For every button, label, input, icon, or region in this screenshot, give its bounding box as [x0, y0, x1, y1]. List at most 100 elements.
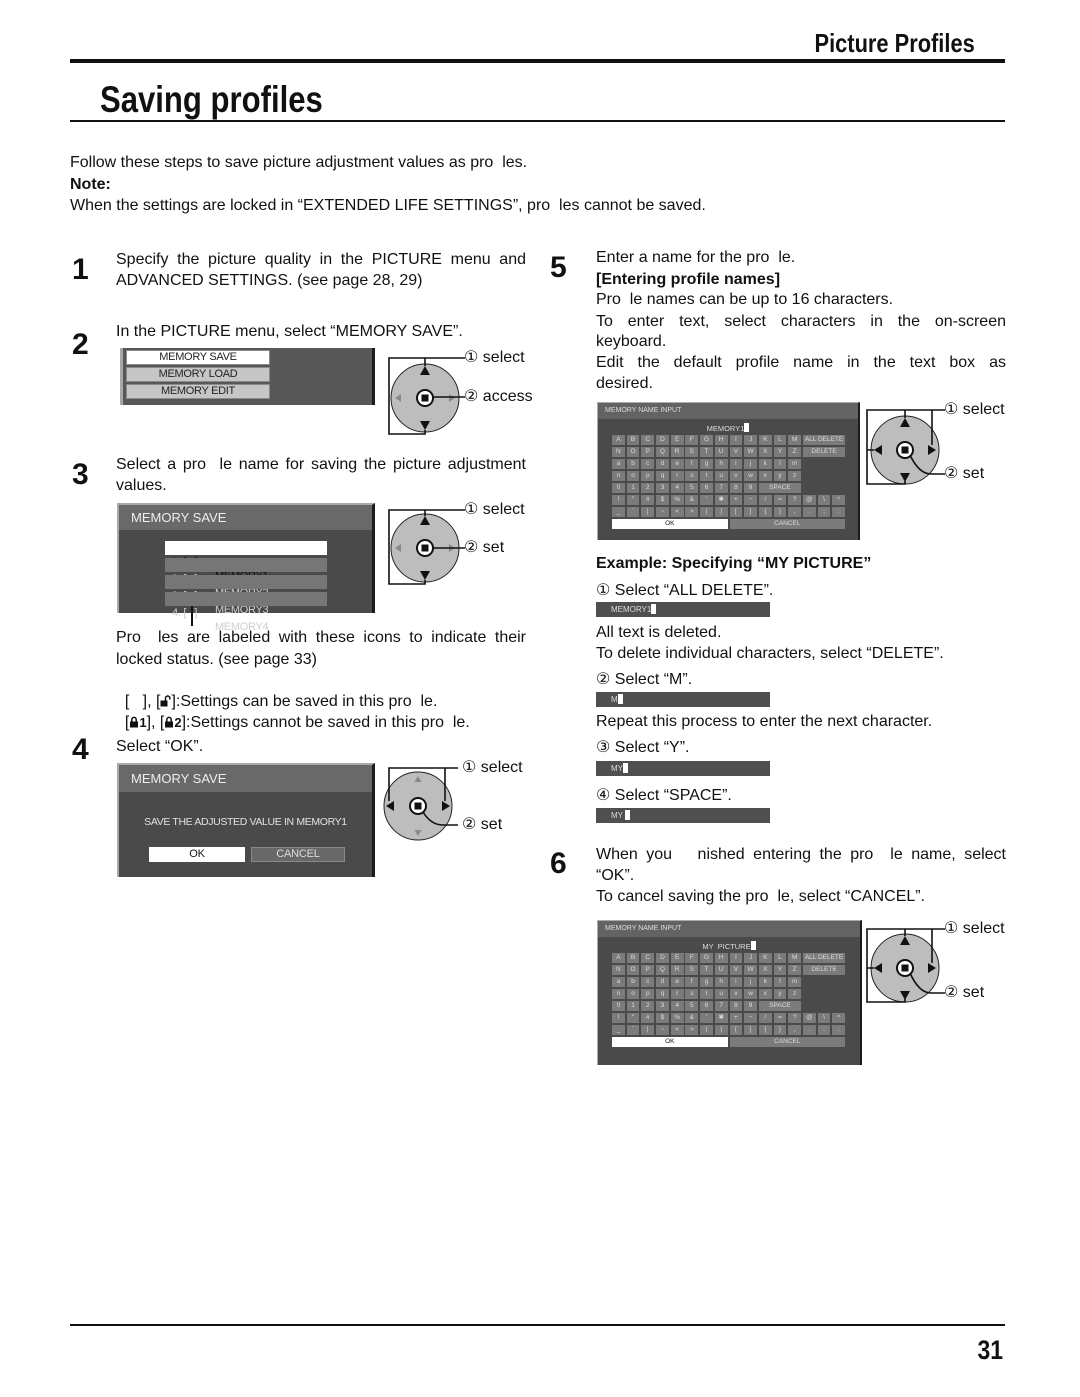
keyboard-key[interactable]: p: [641, 989, 655, 999]
keyboard-key[interactable]: ): [714, 1025, 728, 1035]
keyboard-key[interactable]: %: [670, 1013, 684, 1023]
keyboard-key[interactable]: :: [832, 1025, 846, 1035]
keyboard-key[interactable]: ): [714, 507, 728, 517]
keyboard-key[interactable]: p: [641, 471, 655, 481]
keyboard-key[interactable]: b: [626, 977, 640, 987]
keyboard-key[interactable]: 3: [656, 1001, 669, 1011]
keyboard-key[interactable]: y: [773, 989, 787, 999]
keyboard-key[interactable]: $: [656, 495, 669, 505]
keyboard-key[interactable]: V: [729, 965, 743, 975]
keyboard-key[interactable]: ': [700, 1013, 713, 1023]
keyboard-key[interactable]: |: [641, 507, 655, 517]
keyboard-key[interactable]: −: [744, 1013, 757, 1023]
keyboard-key[interactable]: −: [744, 495, 757, 505]
keyboard-key[interactable]: 4: [670, 483, 684, 493]
keyboard-key[interactable]: ,: [788, 507, 802, 517]
keyboard-key[interactable]: O: [626, 447, 640, 457]
keyboard-key[interactable]: ": [626, 495, 640, 505]
keyboard-key[interactable]: R: [670, 965, 684, 975]
keyboard-key[interactable]: F: [685, 953, 699, 963]
keyboard-key[interactable]: v: [729, 989, 743, 999]
space-key[interactable]: SPACE: [758, 483, 802, 493]
keyboard-key[interactable]: N: [612, 447, 625, 457]
keyboard-key[interactable]: 3: [656, 483, 669, 493]
keyboard-key[interactable]: S: [685, 965, 699, 975]
keyboard-key[interactable]: Z: [788, 447, 802, 457]
keyboard-key[interactable]: x: [758, 471, 772, 481]
keyboard-key[interactable]: >: [685, 1025, 699, 1035]
keyboard-key[interactable]: S: [685, 447, 699, 457]
keyboard-key[interactable]: l: [773, 977, 787, 987]
keyboard-key[interactable]: h: [714, 977, 728, 987]
keyboard-key[interactable]: [: [729, 507, 743, 517]
keyboard-key[interactable]: V: [729, 447, 743, 457]
keyboard-key[interactable]: b: [626, 459, 640, 469]
keyboard-key[interactable]: .: [802, 507, 816, 517]
keyboard-key[interactable]: ,: [788, 1025, 802, 1035]
keyboard-key[interactable]: n: [612, 989, 625, 999]
keyboard-key[interactable]: P: [641, 447, 655, 457]
keyboard-key[interactable]: !: [612, 495, 625, 505]
keyboard-key[interactable]: i: [729, 459, 743, 469]
keyboard-key[interactable]: B: [626, 953, 640, 963]
space-key[interactable]: SPACE: [758, 1001, 802, 1011]
keyboard-key[interactable]: f: [685, 977, 699, 987]
keyboard-key[interactable]: i: [729, 977, 743, 987]
keyboard-key[interactable]: z: [788, 989, 802, 999]
keyboard-key[interactable]: L: [773, 435, 787, 445]
keyboard-key[interactable]: M: [788, 953, 802, 963]
keyboard-key[interactable]: 7: [714, 1001, 728, 1011]
keyboard-key[interactable]: k: [758, 977, 772, 987]
keyboard-key[interactable]: =: [773, 1013, 787, 1023]
keyboard-key[interactable]: W: [744, 965, 757, 975]
keyboard-key[interactable]: ✱: [714, 1013, 728, 1023]
keyboard-key[interactable]: a: [612, 459, 625, 469]
keyboard-key[interactable]: 9: [744, 483, 757, 493]
keyboard-key[interactable]: 1: [626, 1001, 640, 1011]
keyboard-key[interactable]: C: [641, 953, 655, 963]
keyboard-key[interactable]: <: [670, 507, 684, 517]
all-delete-key[interactable]: ALL DELETE: [802, 435, 846, 445]
keyboard-key[interactable]: T: [700, 965, 713, 975]
keyboard-key[interactable]: Y: [773, 965, 787, 975]
cancel-button[interactable]: CANCEL: [251, 847, 345, 862]
keyboard-key[interactable]: ?: [788, 1013, 802, 1023]
keyboard-key[interactable]: /: [758, 1013, 772, 1023]
keyboard-key[interactable]: Q: [656, 447, 669, 457]
keyboard-key[interactable]: `: [626, 1025, 640, 1035]
keyboard-key[interactable]: f: [685, 459, 699, 469]
keyboard-key[interactable]: \: [817, 495, 831, 505]
keyboard-key[interactable]: 0: [612, 1001, 625, 1011]
keyboard-key[interactable]: v: [729, 471, 743, 481]
keyboard-key[interactable]: U: [714, 965, 728, 975]
keyboard-key[interactable]: M: [788, 435, 802, 445]
keyboard-key[interactable]: O: [626, 965, 640, 975]
cancel-button[interactable]: CANCEL: [729, 519, 846, 529]
keyboard-key[interactable]: C: [641, 435, 655, 445]
keyboard-key[interactable]: c: [641, 459, 655, 469]
keyboard-key[interactable]: G: [700, 435, 713, 445]
keyboard-key[interactable]: #: [641, 495, 655, 505]
keyboard-key[interactable]: \: [817, 1013, 831, 1023]
keyboard-key[interactable]: K: [758, 953, 772, 963]
keyboard-key[interactable]: t: [700, 989, 713, 999]
keyboard-key[interactable]: @: [802, 495, 816, 505]
keyboard-key[interactable]: Q: [656, 965, 669, 975]
keyboard-key[interactable]: j: [744, 977, 757, 987]
keyboard-key[interactable]: ^: [832, 1013, 846, 1023]
keyboard-key[interactable]: a: [612, 977, 625, 987]
keyboard-key[interactable]: w: [744, 989, 757, 999]
keyboard-key[interactable]: D: [656, 435, 669, 445]
keyboard-key[interactable]: g: [700, 977, 713, 987]
keyboard-key[interactable]: m: [788, 459, 802, 469]
keyboard-key[interactable]: k: [758, 459, 772, 469]
keyboard-key[interactable]: l: [773, 459, 787, 469]
keyboard-key[interactable]: A: [612, 435, 625, 445]
keyboard-key[interactable]: I: [729, 435, 743, 445]
keyboard-key[interactable]: ~: [656, 1025, 669, 1035]
keyboard-key[interactable]: 6: [700, 1001, 713, 1011]
keyboard-key[interactable]: ': [700, 495, 713, 505]
keyboard-key[interactable]: ✱: [714, 495, 728, 505]
keyboard-key[interactable]: (: [700, 1025, 713, 1035]
keyboard-key[interactable]: s: [685, 471, 699, 481]
